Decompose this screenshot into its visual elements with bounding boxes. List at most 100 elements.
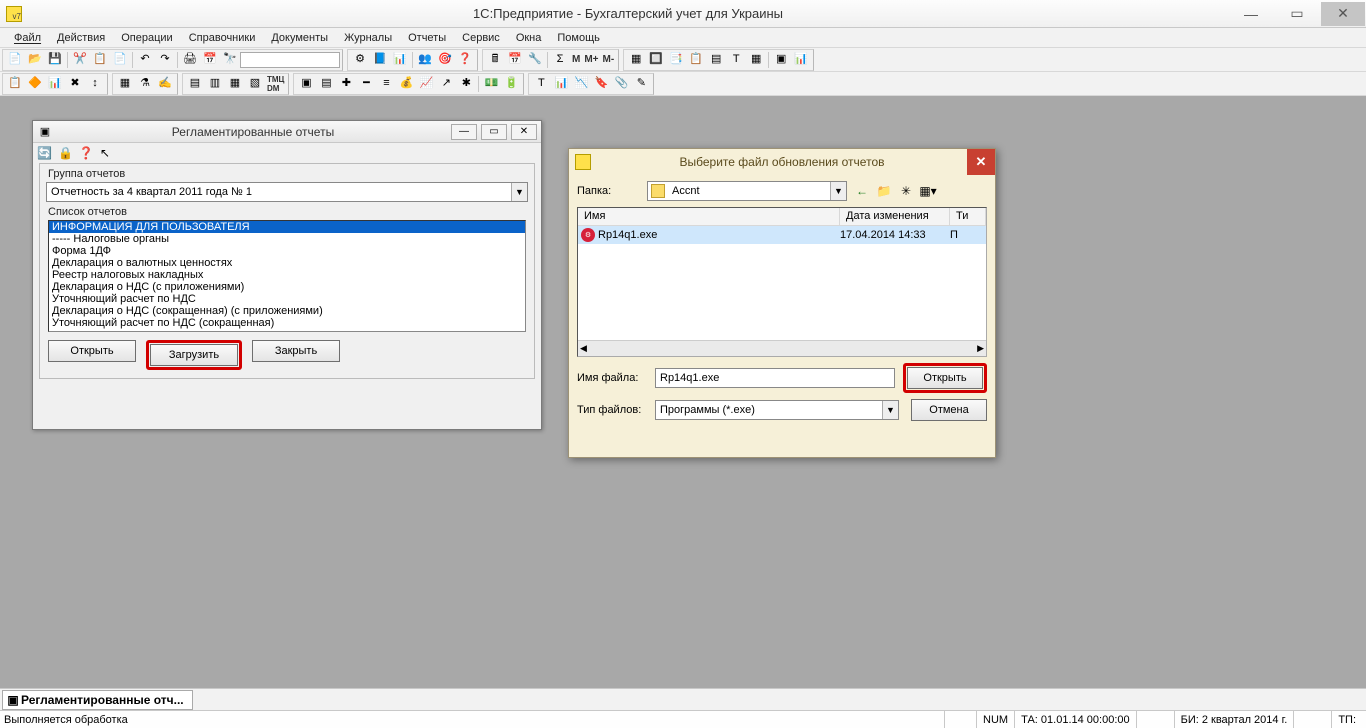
tool-icon[interactable]: 📎 (612, 75, 630, 93)
open-button[interactable]: Открыть (48, 340, 136, 362)
tool-icon[interactable]: 💰 (397, 75, 415, 93)
tool-icon[interactable]: 🔧 (526, 51, 544, 69)
list-item[interactable]: Уточняющий расчет по НДС (сокращенная) (49, 317, 525, 329)
tool-icon[interactable]: 📋 (687, 51, 705, 69)
calc-icon[interactable]: 🖩 (486, 51, 504, 69)
tool-icon[interactable]: ▤ (186, 75, 204, 93)
tool-icon[interactable]: 📑 (667, 51, 685, 69)
load-button[interactable]: Загрузить (150, 344, 238, 366)
chart-icon[interactable]: 📊 (792, 51, 810, 69)
tool-icon[interactable]: ТМЦDM (265, 75, 286, 93)
help-icon[interactable]: ❓ (456, 51, 474, 69)
redo-icon[interactable]: ↷ (156, 51, 174, 69)
memory-mplus[interactable]: М+ (582, 54, 600, 65)
tool-icon[interactable]: ≡ (377, 75, 395, 93)
chevron-down-icon[interactable]: ▼ (882, 401, 898, 419)
chevron-down-icon[interactable]: ▼ (830, 182, 846, 200)
tool-icon[interactable]: ↕ (86, 75, 104, 93)
tool-icon[interactable]: ▤ (317, 75, 335, 93)
tool-icon[interactable]: ▤ (707, 51, 725, 69)
grid-icon[interactable]: ▦ (627, 51, 645, 69)
calendar-icon[interactable]: 📅 (201, 51, 219, 69)
list-item[interactable]: Декларация о НДС (с приложениями) (49, 281, 525, 293)
up-folder-icon[interactable]: 📁 (875, 182, 893, 200)
new-icon[interactable]: 📄 (6, 51, 24, 69)
view-menu-icon[interactable]: ▦▾ (919, 182, 937, 200)
tool-icon[interactable]: ⚙ (351, 51, 369, 69)
col-type[interactable]: Ти (950, 208, 986, 225)
folder-combo[interactable]: Accnt ▼ (647, 181, 847, 201)
tool-icon[interactable]: ▦ (226, 75, 244, 93)
find-icon[interactable]: 🔭 (221, 51, 239, 69)
tool-icon[interactable]: ▧ (246, 75, 264, 93)
menu-help[interactable]: Помощь (549, 32, 608, 44)
tool-icon[interactable]: 📘 (371, 51, 389, 69)
tool-icon[interactable]: ▣ (772, 51, 790, 69)
horizontal-scrollbar[interactable]: ◀ ▶ (578, 340, 986, 356)
tool-icon[interactable]: 📊 (391, 51, 409, 69)
tool-icon[interactable]: ▥ (206, 75, 224, 93)
close-button[interactable]: ✕ (1321, 2, 1365, 26)
menu-windows[interactable]: Окна (508, 32, 550, 44)
tool-icon[interactable]: 📊 (552, 75, 570, 93)
tool-icon[interactable]: ✚ (337, 75, 355, 93)
tool-icon[interactable]: ✱ (457, 75, 475, 93)
sub-tool-arrow-icon[interactable]: ↖ (100, 146, 110, 160)
tool-icon[interactable]: 📉 (572, 75, 590, 93)
copy-icon[interactable]: 📋 (91, 51, 109, 69)
tool-icon[interactable]: ⚗ (136, 75, 154, 93)
cut-icon[interactable]: ✂️ (71, 51, 89, 69)
chevron-down-icon[interactable]: ▼ (511, 183, 527, 201)
list-item[interactable]: Форма 1ДФ (49, 245, 525, 257)
tool-icon[interactable]: ✎ (632, 75, 650, 93)
undo-icon[interactable]: ↶ (136, 51, 154, 69)
menu-actions[interactable]: Действия (49, 32, 113, 44)
menu-reports[interactable]: Отчеты (400, 32, 454, 44)
file-open-button[interactable]: Открыть (907, 367, 983, 389)
scroll-right-icon[interactable]: ▶ (977, 343, 984, 354)
list-item[interactable]: Уточняющий расчет по НДС (49, 293, 525, 305)
save-icon[interactable]: 💾 (46, 51, 64, 69)
taskbar-tab[interactable]: ▣ Регламентированные отч... (2, 690, 193, 710)
file-list-row[interactable]: ⚙ Rp14q1.exe 17.04.2014 14:33 П (578, 226, 986, 244)
tool-icon[interactable]: 📈 (417, 75, 435, 93)
memory-m[interactable]: М (570, 54, 582, 65)
menu-journals[interactable]: Журналы (336, 32, 400, 44)
minimize-button[interactable]: — (451, 124, 477, 140)
users-icon[interactable]: 👥 (416, 51, 434, 69)
group-combo-input[interactable] (47, 186, 511, 198)
scroll-left-icon[interactable]: ◀ (580, 343, 587, 354)
tool-icon[interactable]: 🎯 (436, 51, 454, 69)
tool-icon[interactable]: T (727, 51, 745, 69)
maximize-button[interactable]: ▭ (481, 124, 507, 140)
list-item[interactable]: ИНФОРМАЦИЯ ДЛЯ ПОЛЬЗОВАТЕЛЯ (49, 221, 525, 233)
list-item[interactable]: Реестр налоговых накладных (49, 269, 525, 281)
list-item[interactable]: Декларация о НДС (сокращенная) (с прилож… (49, 305, 525, 317)
open-icon[interactable]: 📂 (26, 51, 44, 69)
tool-icon[interactable]: ✖ (66, 75, 84, 93)
group-combo[interactable]: ▼ (46, 182, 528, 202)
new-folder-icon[interactable]: ✳ (897, 182, 915, 200)
tool-icon[interactable]: 📊 (46, 75, 64, 93)
list-item[interactable]: ----- Налоговые органы (49, 233, 525, 245)
sub-tool-icon[interactable]: 🔒 (58, 146, 73, 160)
tool-icon[interactable]: ✍ (156, 75, 174, 93)
menu-service[interactable]: Сервис (454, 32, 508, 44)
memory-mminus[interactable]: М- (601, 54, 617, 65)
sub-tool-icon[interactable]: 🔄 (37, 146, 52, 160)
tool-icon[interactable]: 📋 (6, 75, 24, 93)
col-name[interactable]: Имя (578, 208, 840, 225)
close-reports-button[interactable]: Закрыть (252, 340, 340, 362)
tool-icon[interactable]: 🔖 (592, 75, 610, 93)
close-button[interactable]: ✕ (511, 124, 537, 140)
sub-tool-icon[interactable]: ❓ (79, 146, 94, 160)
tool-icon[interactable]: 🔲 (647, 51, 665, 69)
file-dialog-close-button[interactable]: ✕ (967, 149, 995, 175)
menu-reference[interactable]: Справочники (181, 32, 264, 44)
tool-icon[interactable]: 🔶 (26, 75, 44, 93)
file-list[interactable]: Имя Дата изменения Ти ⚙ Rp14q1.exe 17.04… (577, 207, 987, 357)
file-cancel-button[interactable]: Отмена (911, 399, 987, 421)
tool-icon[interactable]: ━ (357, 75, 375, 93)
menu-operations[interactable]: Операции (113, 32, 180, 44)
menu-file[interactable]: Файл (6, 32, 49, 44)
